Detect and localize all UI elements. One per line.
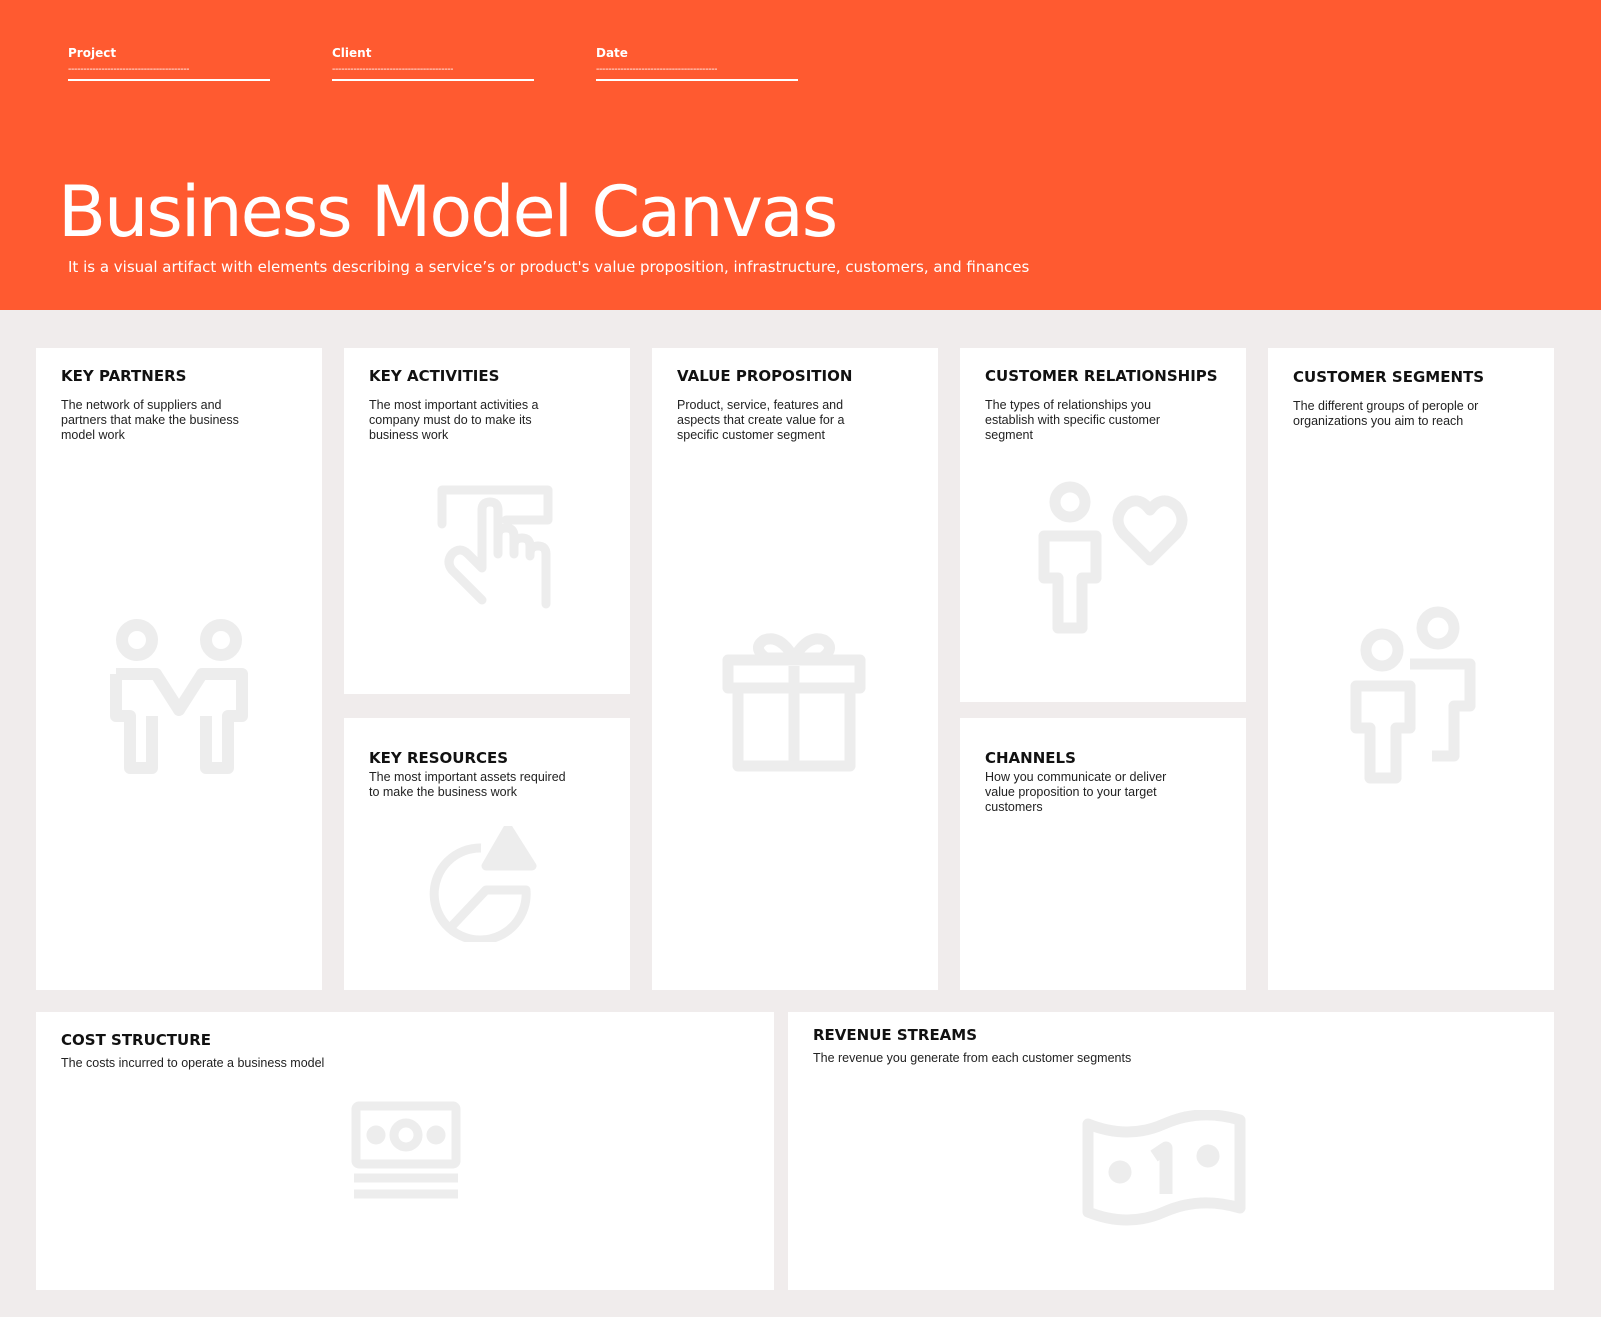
value-proposition-description: Product, service, features and aspects t… xyxy=(677,398,844,443)
cost-structure-description: The costs incurred to operate a business… xyxy=(61,1056,324,1071)
revenue-streams-description: The revenue you generate from each custo… xyxy=(813,1051,1131,1066)
description-line: business work xyxy=(369,428,449,442)
page-title: Business Model Canvas xyxy=(58,171,838,253)
description-line: The types of relationships you xyxy=(985,398,1152,412)
description-line: company must do to make its xyxy=(369,413,532,427)
cash-stack-icon xyxy=(350,1100,462,1200)
description-line: organizations you aim to reach xyxy=(1293,414,1464,428)
description-line: segment xyxy=(985,428,1033,442)
customer-segments-description: The different groups of perople or organ… xyxy=(1293,399,1478,429)
shapes-icon xyxy=(426,826,542,942)
customer-relationships-title: CUSTOMER RELATIONSHIPS xyxy=(985,367,1218,385)
description-line: customers xyxy=(985,800,1043,814)
key-partners-card[interactable]: KEY PARTNERS The network of suppliers an… xyxy=(36,348,322,990)
description-line: Product, service, features and xyxy=(677,398,844,412)
key-partners-description: The network of suppliers and partners th… xyxy=(61,398,239,443)
value-proposition-card[interactable]: VALUE PROPOSITION Product, service, feat… xyxy=(652,348,938,990)
client-field[interactable]: Client ---------------------------------… xyxy=(332,46,534,81)
customer-segments-title: CUSTOMER SEGMENTS xyxy=(1293,368,1485,386)
date-label: Date xyxy=(596,46,628,60)
project-value: ---------------------------------------- xyxy=(68,64,190,75)
customer-relationships-description: The types of relationships you establish… xyxy=(985,398,1160,443)
banknote-icon xyxy=(1082,1110,1246,1228)
cost-structure-card[interactable]: COST STRUCTURE The costs incurred to ope… xyxy=(36,1012,774,1290)
channels-description: How you communicate or deliver value pro… xyxy=(985,770,1166,815)
gift-icon xyxy=(722,632,866,772)
description-line: value proposition to your target xyxy=(985,785,1157,799)
revenue-streams-card[interactable]: REVENUE STREAMS The revenue you generate… xyxy=(788,1012,1554,1290)
description-line: The network of suppliers and xyxy=(61,398,222,412)
customer-relationships-card[interactable]: CUSTOMER RELATIONSHIPS The types of rela… xyxy=(960,348,1246,702)
value-proposition-title: VALUE PROPOSITION xyxy=(677,367,853,385)
channels-title: CHANNELS xyxy=(985,749,1076,767)
header-banner: Project --------------------------------… xyxy=(0,0,1601,310)
client-value: ---------------------------------------- xyxy=(332,64,454,75)
touch-screen-icon xyxy=(424,484,554,614)
key-resources-description: The most important assets required to ma… xyxy=(369,770,566,800)
key-activities-card[interactable]: KEY ACTIVITIES The most important activi… xyxy=(344,348,630,694)
person-heart-icon xyxy=(1036,480,1196,640)
description-line: The most important assets required xyxy=(369,770,566,784)
description-line: How you communicate or deliver xyxy=(985,770,1167,784)
key-activities-title: KEY ACTIVITIES xyxy=(369,367,500,385)
client-label: Client xyxy=(332,46,372,60)
client-underline xyxy=(332,79,534,81)
date-value: ---------------------------------------- xyxy=(596,64,718,75)
revenue-streams-title: REVENUE STREAMS xyxy=(813,1026,978,1044)
description-line: partners that make the business xyxy=(61,413,239,427)
project-label: Project xyxy=(68,46,117,60)
description-line: to make the business work xyxy=(369,785,517,799)
project-underline xyxy=(68,79,270,81)
project-field[interactable]: Project --------------------------------… xyxy=(68,46,270,81)
date-field[interactable]: Date -----------------------------------… xyxy=(596,46,798,81)
description-line: model work xyxy=(61,428,125,442)
key-resources-card[interactable]: KEY RESOURCES The most important assets … xyxy=(344,718,630,990)
date-underline xyxy=(596,79,798,81)
page-subtitle: It is a visual artifact with elements de… xyxy=(68,258,1030,276)
description-line: The most important activities a xyxy=(369,398,539,412)
key-activities-description: The most important activities a company … xyxy=(369,398,539,443)
description-line: The costs incurred to operate a business… xyxy=(61,1056,325,1070)
partners-icon xyxy=(104,618,254,778)
key-partners-title: KEY PARTNERS xyxy=(61,367,187,385)
cost-structure-title: COST STRUCTURE xyxy=(61,1031,211,1049)
description-line: specific customer segment xyxy=(677,428,825,442)
description-line: The revenue you generate from each custo… xyxy=(813,1051,1132,1065)
key-resources-title: KEY RESOURCES xyxy=(369,749,509,767)
customer-segments-card[interactable]: CUSTOMER SEGMENTS The different groups o… xyxy=(1268,348,1554,990)
channels-card[interactable]: CHANNELS How you communicate or deliver … xyxy=(960,718,1246,990)
description-line: aspects that create value for a xyxy=(677,413,845,427)
description-line: The different groups of perople or xyxy=(1293,399,1479,413)
description-line: establish with specific customer xyxy=(985,413,1161,427)
people-group-icon xyxy=(1348,606,1478,796)
